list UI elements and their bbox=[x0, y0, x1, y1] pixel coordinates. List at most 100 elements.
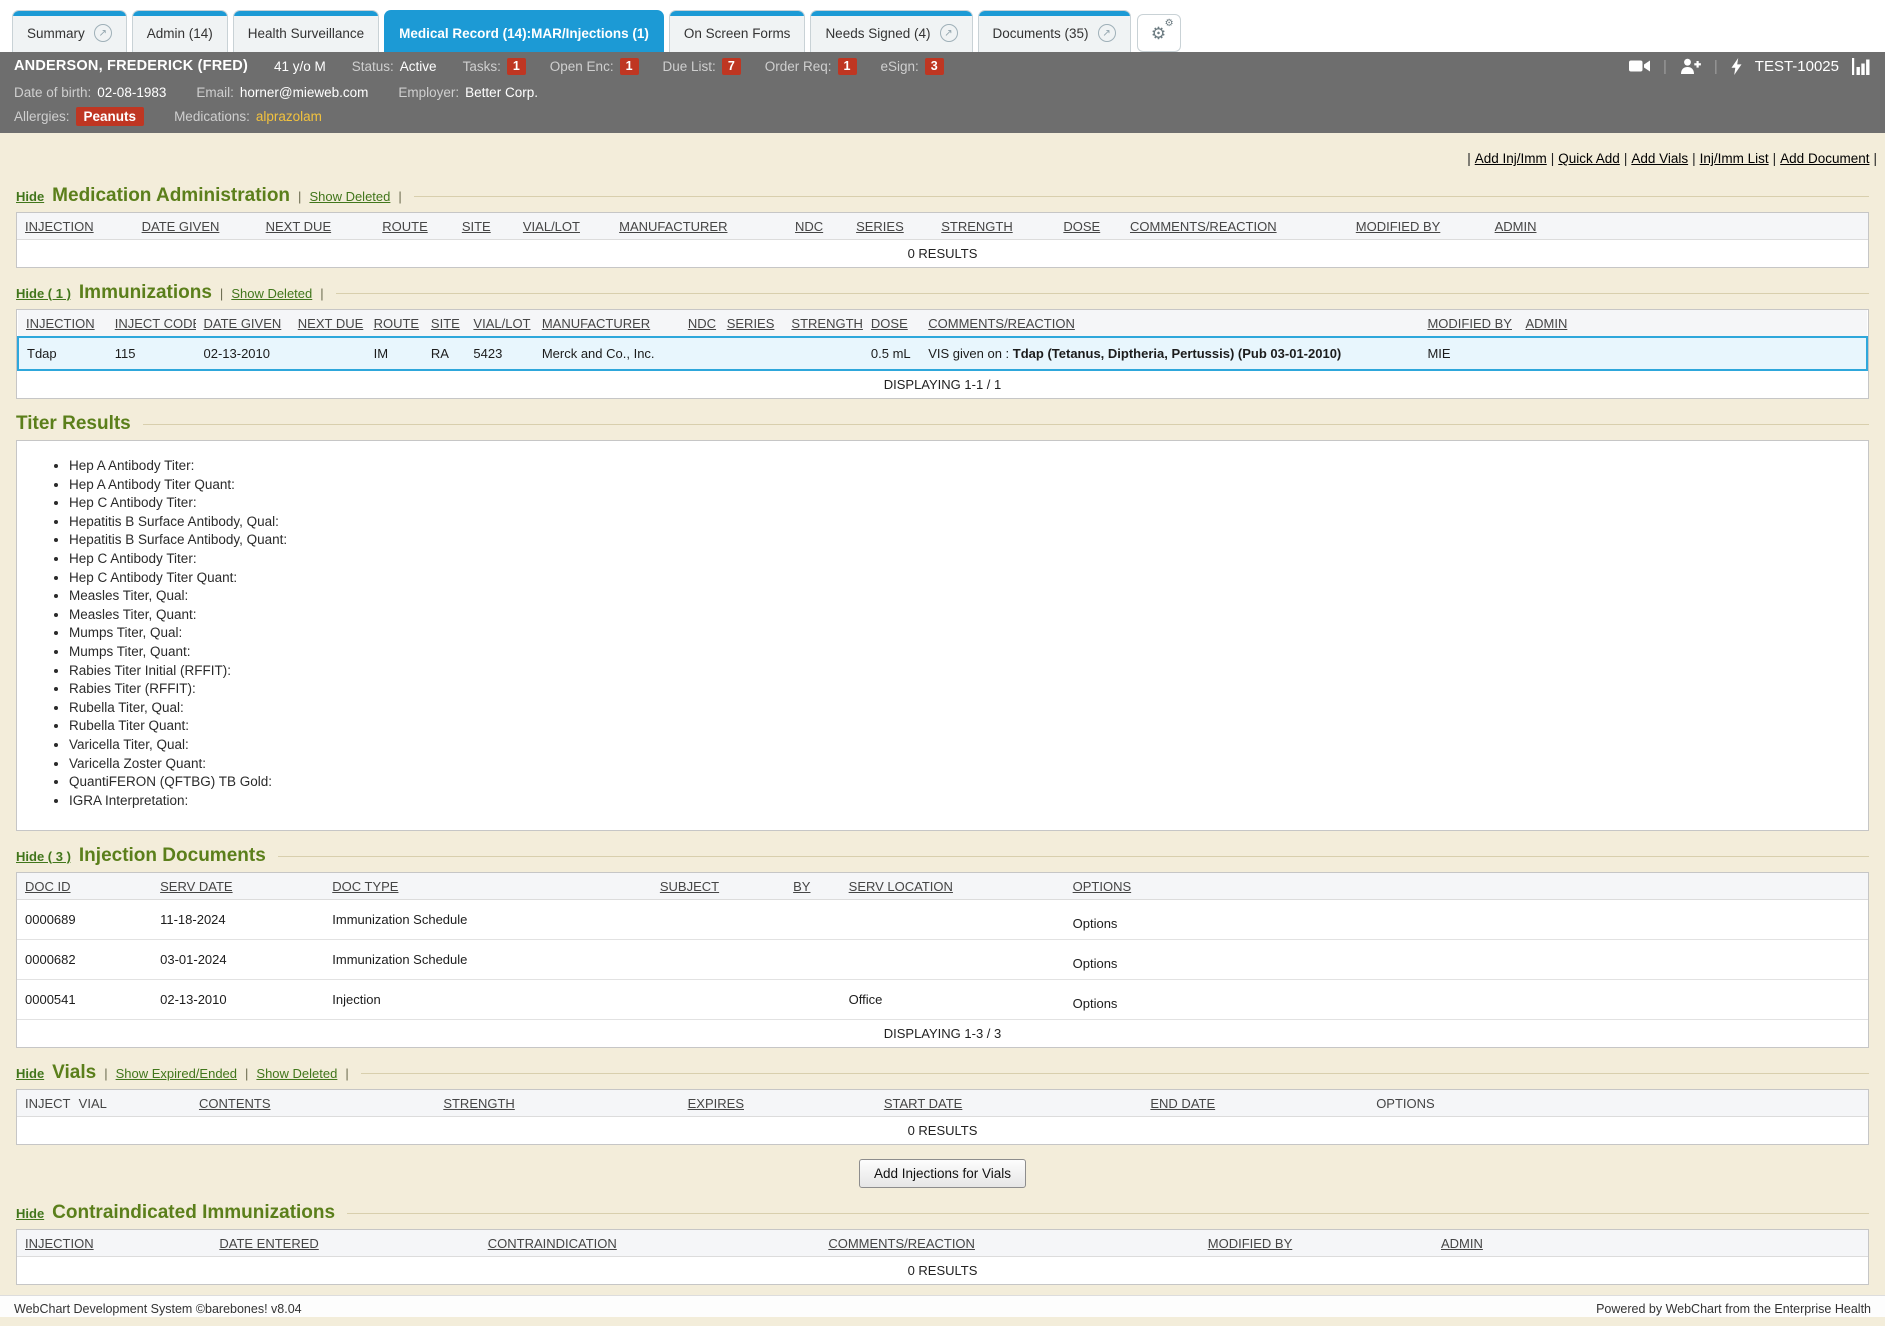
column-header-expires[interactable]: EXPIRES bbox=[680, 1090, 876, 1117]
column-header-subject[interactable]: SUBJECT bbox=[652, 873, 785, 900]
tab-on-screen-forms[interactable]: On Screen Forms bbox=[669, 10, 806, 52]
titer-item: Mumps Titer, Qual: bbox=[69, 624, 1858, 643]
column-header-comments-reaction[interactable]: COMMENTS/REACTION bbox=[920, 310, 1419, 337]
action-link-add-inj-imm[interactable]: Add Inj/Imm bbox=[1475, 151, 1547, 166]
column-header-ndc[interactable]: NDC bbox=[787, 213, 848, 240]
action-link-add-vials[interactable]: Add Vials bbox=[1631, 151, 1688, 166]
column-header-serv-date[interactable]: SERV DATE bbox=[152, 873, 324, 900]
document-row-0000682[interactable]: 000068203-01-2024Immunization ScheduleOp… bbox=[17, 940, 1868, 980]
tab-summary[interactable]: Summary↗ bbox=[12, 10, 127, 52]
allergy-badge[interactable]: Peanuts bbox=[76, 107, 145, 126]
separator bbox=[345, 1066, 348, 1081]
column-header-comments-reaction[interactable]: COMMENTS/REACTION bbox=[820, 1230, 1199, 1257]
document-row-0000689[interactable]: 000068911-18-2024Immunization ScheduleOp… bbox=[17, 900, 1868, 940]
gear-icon: ⚙ bbox=[1165, 18, 1174, 29]
immunizations-header: Hide ( 1 ) Immunizations Show Deleted bbox=[16, 282, 1869, 304]
column-header-by[interactable]: BY bbox=[785, 873, 841, 900]
doc-cell-doc-type: Immunization Schedule bbox=[324, 940, 652, 980]
tab-needs-signed-4[interactable]: Needs Signed (4)↗ bbox=[810, 10, 972, 52]
column-header-comments-reaction[interactable]: COMMENTS/REACTION bbox=[1122, 213, 1348, 240]
column-header-injection[interactable]: INJECTION bbox=[17, 1230, 211, 1257]
add-injections-for-vials-button[interactable]: Add Injections for Vials bbox=[859, 1159, 1026, 1188]
doc-options-link[interactable]: Options bbox=[1065, 980, 1868, 1020]
column-header-next-due[interactable]: NEXT DUE bbox=[258, 213, 375, 240]
patient-age-sex: 41 y/o M bbox=[274, 59, 326, 74]
immunization-row-tdap[interactable]: Tdap11502-13-2010IMRA5423Merck and Co., … bbox=[18, 337, 1867, 370]
action-link-inj-imm-list[interactable]: Inj/Imm List bbox=[1700, 151, 1769, 166]
column-header-contents[interactable]: CONTENTS bbox=[191, 1090, 435, 1117]
show-deleted-immunizations-link[interactable]: Show Deleted bbox=[231, 286, 312, 301]
patient-counter-order-req: Order Req:1 bbox=[765, 58, 857, 75]
hide-immunizations-link[interactable]: Hide ( 1 ) bbox=[16, 286, 71, 301]
column-header-route[interactable]: ROUTE bbox=[374, 213, 454, 240]
column-header-vial-lot[interactable]: VIAL/LOT bbox=[515, 213, 611, 240]
column-header-date-entered[interactable]: DATE ENTERED bbox=[211, 1230, 479, 1257]
doc-options-link[interactable]: Options bbox=[1065, 940, 1868, 980]
counter-badge[interactable]: 1 bbox=[838, 58, 857, 75]
column-header-options[interactable]: OPTIONS bbox=[1065, 873, 1868, 900]
hide-contraindicated-link[interactable]: Hide bbox=[16, 1206, 44, 1221]
counter-badge[interactable]: 1 bbox=[507, 58, 526, 75]
tab-documents-35[interactable]: Documents (35)↗ bbox=[978, 10, 1131, 52]
doc-cell-serv-date: 11-18-2024 bbox=[152, 900, 324, 940]
column-header-injection[interactable]: INJECTION bbox=[17, 213, 134, 240]
column-header-site[interactable]: SITE bbox=[423, 310, 466, 337]
column-header-serv-location[interactable]: SERV LOCATION bbox=[841, 873, 1065, 900]
column-header-dose[interactable]: DOSE bbox=[1055, 213, 1122, 240]
show-deleted-med-admin-link[interactable]: Show Deleted bbox=[309, 189, 390, 204]
column-header-site[interactable]: SITE bbox=[454, 213, 515, 240]
column-header-modified-by[interactable]: MODIFIED BY bbox=[1348, 213, 1487, 240]
column-header-doc-id[interactable]: DOC ID bbox=[17, 873, 152, 900]
hide-vials-link[interactable]: Hide bbox=[16, 1066, 44, 1081]
settings-gear-button[interactable]: ⚙ ⚙ bbox=[1137, 14, 1181, 52]
action-link-quick-add[interactable]: Quick Add bbox=[1558, 151, 1620, 166]
hide-injection-documents-link[interactable]: Hide ( 3 ) bbox=[16, 849, 71, 864]
doc-options-link[interactable]: Options bbox=[1065, 900, 1868, 940]
counter-badge[interactable]: 3 bbox=[925, 58, 944, 75]
column-header-start-date[interactable]: START DATE bbox=[876, 1090, 1143, 1117]
column-header-route[interactable]: ROUTE bbox=[366, 310, 423, 337]
column-header-strength[interactable]: STRENGTH bbox=[783, 310, 863, 337]
medication-value[interactable]: alprazolam bbox=[256, 109, 322, 124]
column-header-admin[interactable]: ADMIN bbox=[1433, 1230, 1868, 1257]
column-header-strength[interactable]: STRENGTH bbox=[933, 213, 1055, 240]
hide-medication-administration-link[interactable]: Hide bbox=[16, 189, 44, 204]
column-header-strength[interactable]: STRENGTH bbox=[435, 1090, 679, 1117]
column-header-ndc[interactable]: NDC bbox=[680, 310, 719, 337]
action-link-add-document[interactable]: Add Document bbox=[1780, 151, 1869, 166]
column-header-series[interactable]: SERIES bbox=[848, 213, 933, 240]
document-row-0000541[interactable]: 000054102-13-2010InjectionOfficeOptions bbox=[17, 980, 1868, 1020]
show-expired-ended-link[interactable]: Show Expired/Ended bbox=[116, 1066, 237, 1081]
tab-health-surveillance[interactable]: Health Surveillance bbox=[233, 10, 379, 52]
column-header-admin[interactable]: ADMIN bbox=[1487, 213, 1868, 240]
column-header-next-due[interactable]: NEXT DUE bbox=[290, 310, 366, 337]
bar-chart-icon[interactable] bbox=[1852, 58, 1871, 75]
footer-left-text: WebChart Development System ©barebones! … bbox=[14, 1301, 302, 1317]
column-header-injection[interactable]: INJECTION bbox=[18, 310, 107, 337]
column-header-date-given[interactable]: DATE GIVEN bbox=[134, 213, 258, 240]
column-header-dose[interactable]: DOSE bbox=[863, 310, 920, 337]
column-header-date-given[interactable]: DATE GIVEN bbox=[196, 310, 290, 337]
column-header-inject-code[interactable]: INJECT CODE bbox=[107, 310, 196, 337]
column-header-modified-by[interactable]: MODIFIED BY bbox=[1419, 310, 1517, 337]
column-header-contraindication[interactable]: CONTRAINDICATION bbox=[480, 1230, 821, 1257]
column-header-manufacturer[interactable]: MANUFACTURER bbox=[611, 213, 787, 240]
column-header-modified-by[interactable]: MODIFIED BY bbox=[1200, 1230, 1433, 1257]
column-header-manufacturer[interactable]: MANUFACTURER bbox=[534, 310, 680, 337]
counter-badge[interactable]: 7 bbox=[722, 58, 741, 75]
separator: | bbox=[1467, 151, 1471, 166]
column-header-admin[interactable]: ADMIN bbox=[1517, 310, 1867, 337]
column-header-series[interactable]: SERIES bbox=[719, 310, 784, 337]
imm-cell-inject-code: 115 bbox=[107, 337, 196, 370]
column-header-vial-lot[interactable]: VIAL/LOT bbox=[465, 310, 533, 337]
titer-item: QuantiFERON (QFTBG) TB Gold: bbox=[69, 773, 1858, 792]
counter-badge[interactable]: 1 bbox=[620, 58, 639, 75]
tab-medical-record-14-mar-injections-1[interactable]: Medical Record (14):MAR/Injections (1) bbox=[384, 10, 664, 52]
show-deleted-vials-link[interactable]: Show Deleted bbox=[256, 1066, 337, 1081]
column-header-doc-type[interactable]: DOC TYPE bbox=[324, 873, 652, 900]
add-person-icon[interactable] bbox=[1680, 58, 1701, 74]
lightning-icon[interactable] bbox=[1731, 58, 1742, 75]
column-header-end-date[interactable]: END DATE bbox=[1142, 1090, 1368, 1117]
tab-admin-14[interactable]: Admin (14) bbox=[132, 10, 228, 52]
video-camera-icon[interactable] bbox=[1629, 59, 1650, 73]
